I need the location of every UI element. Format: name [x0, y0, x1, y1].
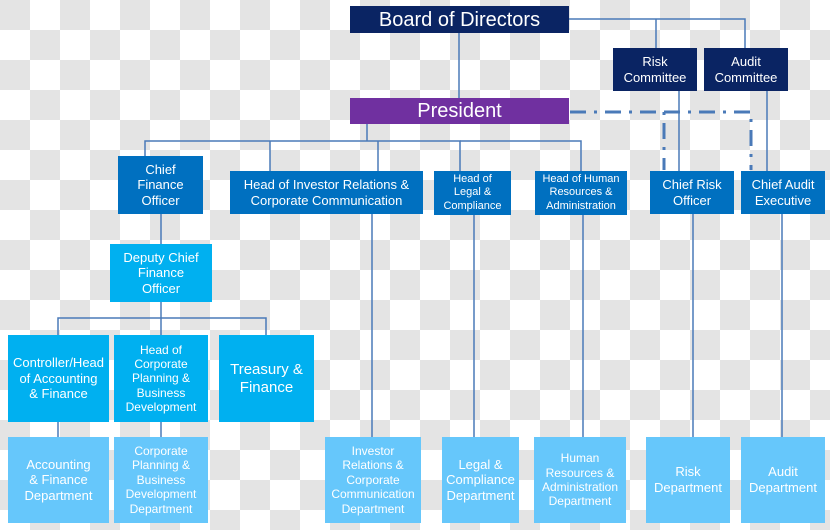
hr-dept-box: Human Resources & Administration Departm…	[534, 437, 626, 523]
audit-committee-box: Audit Committee	[704, 48, 788, 91]
ir-dept-box: Investor Relations & Corporate Communica…	[325, 437, 421, 523]
legal-head-box: Head of Legal & Compliance	[434, 171, 511, 215]
treasury-box: Treasury & Finance	[219, 335, 314, 422]
cae-box: Chief Audit Executive	[741, 171, 825, 214]
cro-box: Chief Risk Officer	[650, 171, 734, 214]
risk-dept-box: Risk Department	[646, 437, 730, 523]
controller-box: Controller/Head of Accounting & Finance	[8, 335, 109, 422]
line-to-hr-head	[460, 140, 582, 172]
board-of-directors-box: Board of Directors	[350, 6, 569, 33]
planning-head-box: Head of Corporate Planning & Business De…	[114, 335, 208, 422]
line-finance-bus	[57, 317, 267, 335]
planning-dept-box: Corporate Planning & Business Developmen…	[114, 437, 208, 523]
dashed-president-cae	[664, 110, 753, 170]
hr-head-box: Head of Human Resources & Administration	[535, 171, 627, 215]
ir-head-box: Head of Investor Relations & Corporate C…	[230, 171, 423, 214]
audit-dept-box: Audit Department	[741, 437, 825, 523]
deputy-cfo-box: Deputy Chief Finance Officer	[110, 244, 212, 302]
cfo-box: Chief Finance Officer	[118, 156, 203, 214]
risk-committee-box: Risk Committee	[613, 48, 697, 91]
accounting-dept-box: Accounting & Finance Department	[8, 437, 109, 523]
legal-dept-box: Legal & Compliance Department	[442, 437, 519, 523]
line-board-committees	[569, 18, 746, 48]
president-box: President	[350, 98, 569, 124]
dashed-president-cro	[570, 110, 666, 170]
